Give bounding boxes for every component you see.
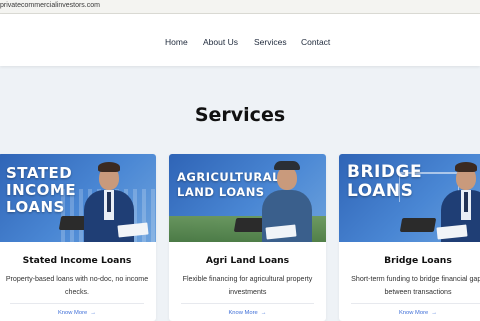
service-card-stated-income[interactable]: STATED INCOME LOANS Stated Income Loans … xyxy=(0,154,156,321)
banner-text: BRIDGE xyxy=(347,162,423,182)
banner-text: STATED xyxy=(6,164,73,182)
card-title: Agri Land Loans xyxy=(205,255,290,266)
know-more-link[interactable]: Know More → xyxy=(0,310,156,316)
banner-text: LAND LOANS xyxy=(177,185,265,199)
nav-services[interactable]: Services xyxy=(254,37,287,47)
laptop-image xyxy=(399,218,437,232)
banner-text: LOANS xyxy=(347,181,414,201)
know-more-label: Know More xyxy=(398,310,429,316)
site-header: Home About Us Services Contact xyxy=(0,14,480,66)
card-description: Flexible financing for agricultural prop… xyxy=(182,275,313,296)
card-description: Short-term funding to bridge financial g… xyxy=(351,275,480,296)
arrow-right-icon: → xyxy=(431,310,438,316)
know-more-label: Know More xyxy=(228,310,258,316)
divider xyxy=(10,303,144,304)
arrow-right-icon: → xyxy=(90,310,97,316)
nav-about-us[interactable]: About Us xyxy=(203,37,238,47)
divider xyxy=(351,303,480,304)
card-title: Bridge Loans xyxy=(384,255,452,266)
service-card-bridge[interactable]: BRIDGE LOANS Bridge Loans Short-term fun… xyxy=(339,154,480,321)
nav-home[interactable]: Home xyxy=(165,37,188,47)
card-title: Stated Income Loans xyxy=(22,255,132,266)
know-more-label: Know More xyxy=(57,310,88,316)
banner-text: INCOME xyxy=(6,181,77,199)
section-title: Services xyxy=(194,104,286,126)
divider xyxy=(181,303,314,304)
card-description: Property-based loans with no-doc, no inc… xyxy=(5,275,149,296)
service-banner-image: BRIDGE LOANS xyxy=(339,154,480,242)
browser-url-bar[interactable]: privatecommercialinvestors.com xyxy=(0,0,480,14)
arrow-right-icon: → xyxy=(260,310,267,316)
nav-contact[interactable]: Contact xyxy=(301,37,330,47)
know-more-link[interactable]: Know More → xyxy=(169,310,326,316)
service-banner-image: STATED INCOME LOANS xyxy=(0,154,156,242)
service-card-agri-land[interactable]: AGRICULTURAL LAND LOANS Agri Land Loans … xyxy=(169,154,326,321)
know-more-link[interactable]: Know More → xyxy=(339,310,480,316)
banner-text: LOANS xyxy=(6,198,65,216)
url-text: privatecommercialinvestors.com xyxy=(0,2,100,9)
service-banner-image: AGRICULTURAL LAND LOANS xyxy=(169,154,326,242)
